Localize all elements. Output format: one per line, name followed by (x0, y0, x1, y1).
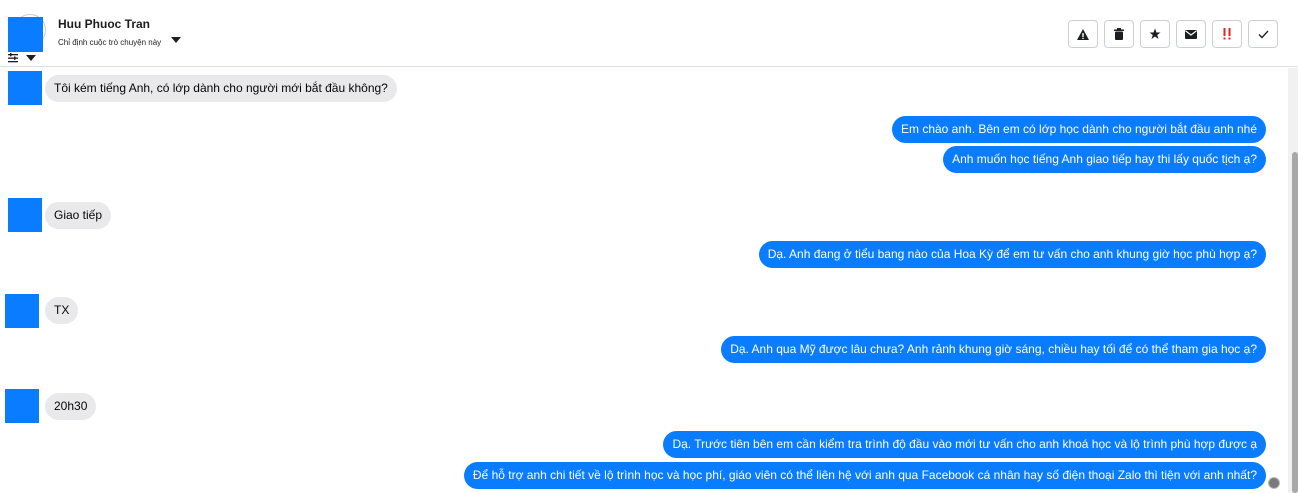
trash-icon (1114, 28, 1124, 40)
outgoing-message: Dạ. Trước tiên bên em cần kiểm tra trình… (663, 431, 1266, 458)
contact-name[interactable]: Huu Phuoc Tran (58, 17, 150, 31)
star-button[interactable] (1140, 20, 1170, 48)
sender-avatar[interactable] (8, 198, 42, 232)
spam-button[interactable] (1212, 20, 1242, 48)
assign-conversation-label[interactable]: Chỉ định cuộc trò chuyện này (58, 38, 161, 47)
outgoing-message: Để hỗ trợ anh chi tiết về lộ trình học v… (463, 462, 1266, 489)
incoming-message: 20h30 (45, 393, 97, 420)
scrollbar-thumb[interactable] (1292, 152, 1298, 493)
envelope-icon (1185, 29, 1197, 39)
chevron-down-icon[interactable] (171, 37, 181, 43)
contact-avatar[interactable] (8, 17, 43, 52)
filter-icon[interactable] (8, 53, 18, 63)
mark-unread-button[interactable] (1176, 20, 1206, 48)
conversation-header: Huu Phuoc Tran Chỉ định cuộc trò chuyện … (0, 0, 1298, 67)
incoming-message: Giao tiếp (45, 202, 112, 229)
star-icon (1149, 28, 1161, 39)
sender-avatar[interactable] (5, 294, 39, 328)
spam-icon (1223, 28, 1231, 40)
report-button[interactable] (1068, 20, 1098, 48)
sender-avatar[interactable] (5, 389, 39, 423)
outgoing-message: Dạ. Anh đang ở tiểu bang nào của Hoa Kỳ … (758, 241, 1266, 268)
delete-button[interactable] (1104, 20, 1134, 48)
check-icon (1258, 30, 1268, 38)
seen-receipt-avatar (1268, 477, 1280, 489)
outgoing-message: Anh muốn học tiếng Anh giao tiếp hay thi… (943, 146, 1266, 173)
warning-icon (1077, 28, 1089, 40)
filter-chevron-down-icon[interactable] (26, 55, 36, 61)
sender-avatar[interactable] (8, 71, 42, 105)
outgoing-message: Em chào anh. Bên em có lớp học dành cho … (891, 116, 1266, 143)
incoming-message: Tôi kém tiếng Anh, có lớp dành cho người… (45, 75, 397, 102)
mark-done-button[interactable] (1248, 20, 1278, 48)
outgoing-message: Dạ. Anh qua Mỹ được lâu chưa? Anh rảnh k… (721, 336, 1266, 363)
incoming-message: TX (45, 297, 79, 324)
